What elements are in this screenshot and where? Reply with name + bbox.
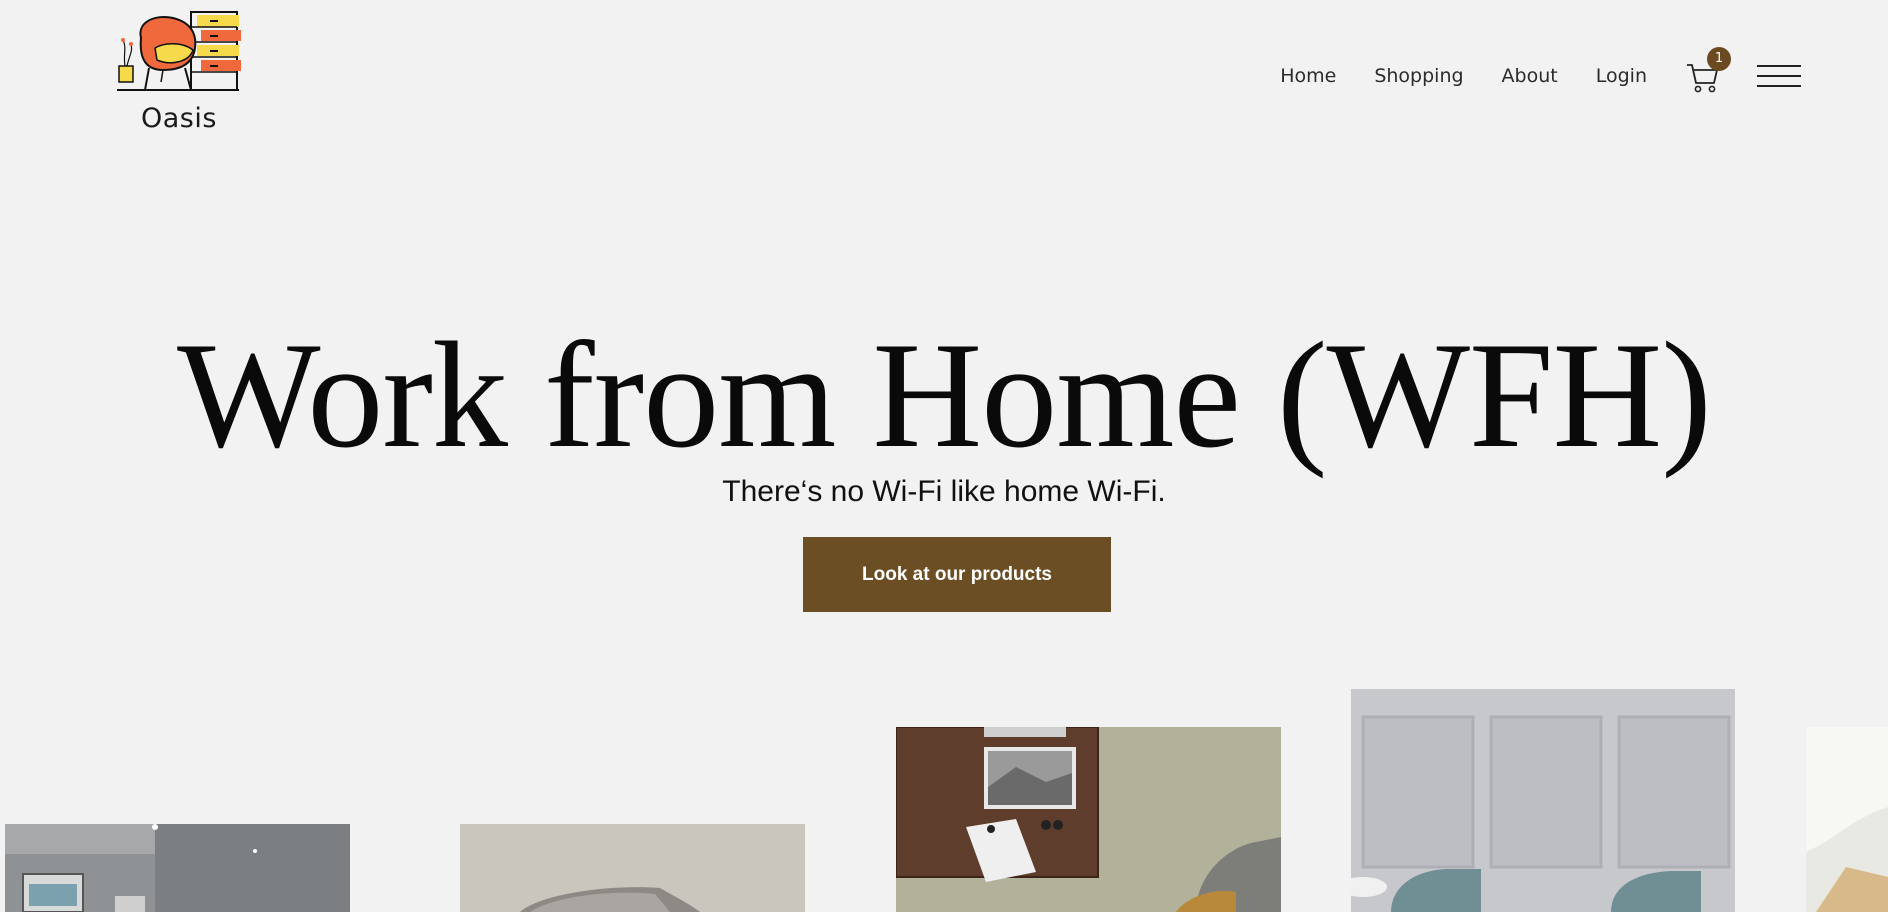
armchair-drawers-logo-icon [117, 11, 241, 91]
corkboard-image[interactable] [896, 727, 1281, 912]
hero-title: Work from Home (WFH) [177, 311, 1712, 479]
cart-button[interactable]: 1 [1685, 47, 1731, 94]
hamburger-menu-icon[interactable] [1757, 61, 1801, 91]
living-room-image[interactable] [5, 824, 350, 912]
brand-name[interactable]: Oasis [141, 103, 217, 134]
pillow-image[interactable] [460, 824, 805, 912]
wainscoting-chairs-photo [1351, 689, 1735, 912]
corkboard-photo [896, 727, 1281, 912]
main-navigation: Home Shopping About Login 1 [1280, 47, 1801, 102]
wainscoting-chairs-image[interactable] [1351, 689, 1735, 912]
desk-lamp-photo [1806, 727, 1888, 912]
nav-home-link[interactable]: Home [1280, 65, 1336, 87]
look-at-products-button[interactable]: Look at our products [803, 537, 1111, 612]
living-room-photo [5, 824, 350, 912]
nav-about-link[interactable]: About [1502, 65, 1558, 87]
nav-shopping-link[interactable]: Shopping [1374, 65, 1463, 87]
nav-login-link[interactable]: Login [1596, 65, 1647, 87]
hero-subtitle: There‘s no Wi-Fi like home Wi-Fi. [722, 475, 1166, 508]
desk-lamp-image[interactable] [1806, 727, 1888, 912]
cart-count-badge: 1 [1707, 47, 1731, 71]
pillow-photo [460, 824, 805, 912]
